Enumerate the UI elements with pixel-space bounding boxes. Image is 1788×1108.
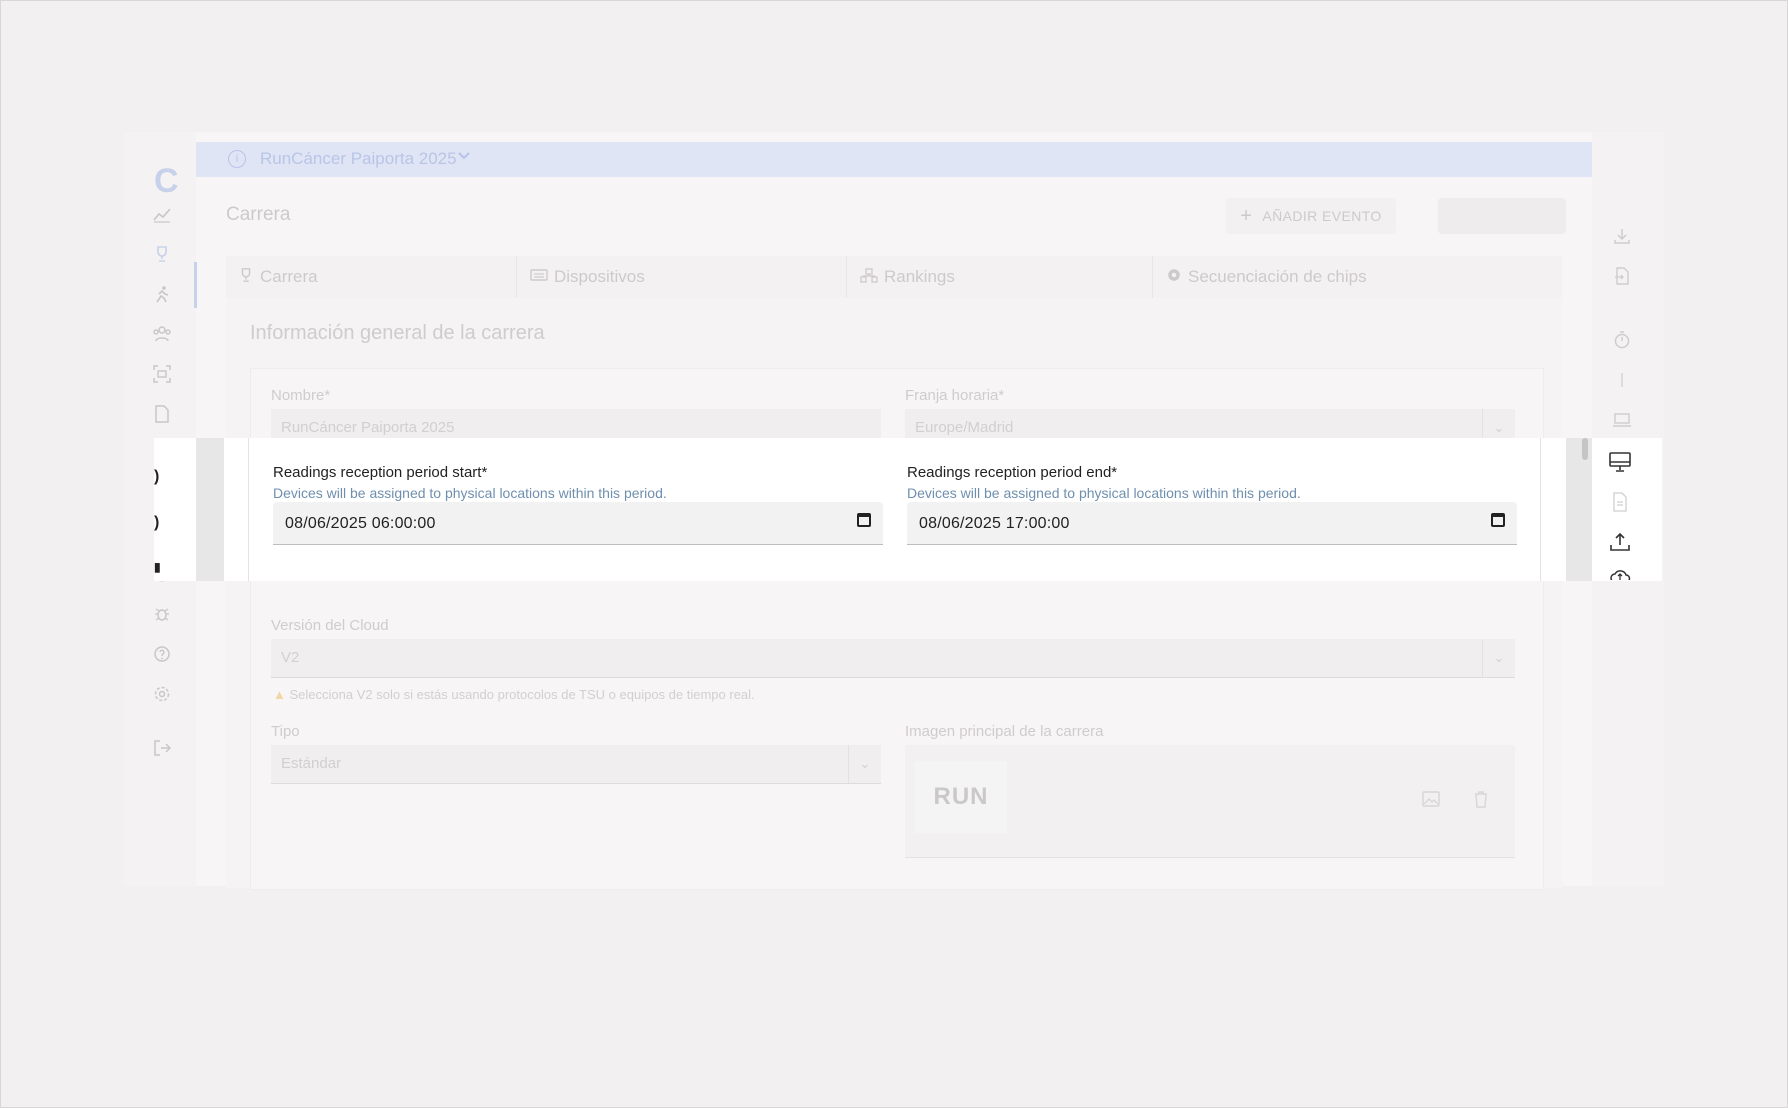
tab-carrera[interactable]: Carrera <box>238 256 318 298</box>
tab-rankings[interactable]: Rankings <box>860 256 955 298</box>
devices-icon <box>530 268 548 287</box>
logout-icon[interactable] <box>150 736 174 760</box>
card-edge <box>248 438 249 581</box>
monitor-icon[interactable] <box>1608 450 1632 474</box>
trophy-icon[interactable] <box>150 242 174 266</box>
file-import-icon[interactable] <box>1610 264 1634 288</box>
readings-start-help: Devices will be assigned to physical loc… <box>273 485 667 501</box>
document-icon: ) <box>154 468 160 485</box>
trophy-icon <box>238 267 254 288</box>
readings-end-datetime-input[interactable]: 08/06/2025 17:00:00 <box>907 502 1517 545</box>
help-icon[interactable] <box>150 642 174 666</box>
section-title: Información general de la carrera <box>250 322 545 344</box>
name-value: RunCáncer Paiporta 2025 <box>281 419 455 436</box>
readings-start-datetime-input[interactable]: 08/06/2025 06:00:00 <box>273 502 883 545</box>
warning-text: Selecciona V2 solo si estás usando proto… <box>289 687 755 702</box>
tab-dispositivos[interactable]: Dispositivos <box>530 256 645 298</box>
scan-icon[interactable] <box>150 362 174 386</box>
app-logo: C <box>154 162 179 200</box>
tab-label: Carrera <box>260 267 318 286</box>
runner-icon[interactable] <box>150 282 174 306</box>
tab-label: Rankings <box>884 267 955 286</box>
cloud-icon[interactable] <box>1608 566 1632 580</box>
tab-divider <box>1152 256 1153 298</box>
gear-icon <box>1166 267 1182 288</box>
scrollbar-thumb[interactable] <box>1582 438 1588 460</box>
tab-divider <box>516 256 517 298</box>
cloud-version-warning: ▲ Selecciona V2 solo si estás usando pro… <box>273 687 755 702</box>
type-select[interactable]: Estándar ⌄ <box>271 745 881 784</box>
people-icon[interactable] <box>150 322 174 346</box>
main-image-label: Imagen principal de la carrera <box>905 723 1104 740</box>
timezone-value: Europe/Madrid <box>915 419 1014 436</box>
chevron-down-icon[interactable]: ⌄ <box>848 745 881 783</box>
primary-action-button[interactable] <box>1438 198 1566 234</box>
readings-end-help: Devices will be assigned to physical loc… <box>907 485 1301 501</box>
readings-start-label: Readings reception period start* <box>273 464 488 481</box>
race-logo-image: RUN <box>915 761 1007 833</box>
tab-bar: Carrera Dispositivos Rankings Secuenciac… <box>226 256 1562 298</box>
cloud-version-value: V2 <box>281 649 300 666</box>
stopwatch-icon[interactable] <box>1610 328 1634 352</box>
chevron-down-icon[interactable] <box>456 148 472 169</box>
add-event-button[interactable]: + AÑADIR EVENTO <box>1226 198 1396 234</box>
clock-icon: ) <box>154 514 160 531</box>
add-event-label: AÑADIR EVENTO <box>1262 208 1382 224</box>
content-gutter-left <box>196 438 224 581</box>
card-edge <box>1540 438 1541 581</box>
info-icon: i <box>228 150 246 168</box>
warning-icon: ▲ <box>273 687 286 702</box>
scrollbar-track[interactable] <box>1566 438 1592 581</box>
plus-icon: + <box>1240 204 1253 227</box>
race-selector-name[interactable]: RunCáncer Paiporta 2025 <box>260 149 457 169</box>
download-icon[interactable] <box>1610 224 1634 248</box>
trash-icon[interactable] <box>1469 787 1493 811</box>
race-selector-bar[interactable]: i RunCáncer Paiporta 2025 <box>196 142 1592 177</box>
race-logo-text: RUN <box>933 783 989 810</box>
laptop-icon[interactable] <box>1610 408 1634 432</box>
chart-icon[interactable] <box>150 202 174 226</box>
calendar-icon[interactable] <box>1491 513 1505 527</box>
cloud-version-select[interactable]: V2 ⌄ <box>271 639 1515 678</box>
page-title: Carrera <box>226 204 291 225</box>
type-value: Estándar <box>281 755 342 772</box>
readings-end-value: 08/06/2025 17:00:00 <box>919 515 1070 532</box>
bug-icon[interactable] <box>150 602 174 626</box>
chevron-down-icon[interactable]: ⌄ <box>1482 639 1515 677</box>
readings-start-value: 08/06/2025 06:00:00 <box>285 515 436 532</box>
rankings-icon <box>860 267 878 288</box>
document-icon[interactable] <box>150 402 174 426</box>
cloud-version-label: Versión del Cloud <box>271 617 389 634</box>
image-icon[interactable] <box>1419 787 1443 811</box>
tab-label: Secuenciación de chips <box>1188 267 1367 286</box>
tab-divider <box>846 256 847 298</box>
cards-icon: ▮ <box>154 560 161 574</box>
name-label: Nombre* <box>271 387 331 404</box>
main-image-field: RUN <box>905 745 1515 858</box>
type-label: Tipo <box>271 723 300 740</box>
upload-icon[interactable] <box>1608 530 1632 554</box>
tab-secuenciacion[interactable]: Secuenciación de chips <box>1166 256 1367 298</box>
left-sidebar-slice: ) ) ▮ <box>154 438 170 581</box>
race-info-section: Información general de la carrera Nombre… <box>226 298 1562 890</box>
gear-icon[interactable] <box>150 682 174 706</box>
divider-line <box>1610 368 1634 392</box>
timezone-label: Franja horaria* <box>905 387 1005 404</box>
calendar-icon[interactable] <box>857 513 871 527</box>
readings-end-label: Readings reception period end* <box>907 464 1118 481</box>
tab-label: Dispositivos <box>554 267 645 286</box>
file-icon[interactable] <box>1608 490 1632 514</box>
